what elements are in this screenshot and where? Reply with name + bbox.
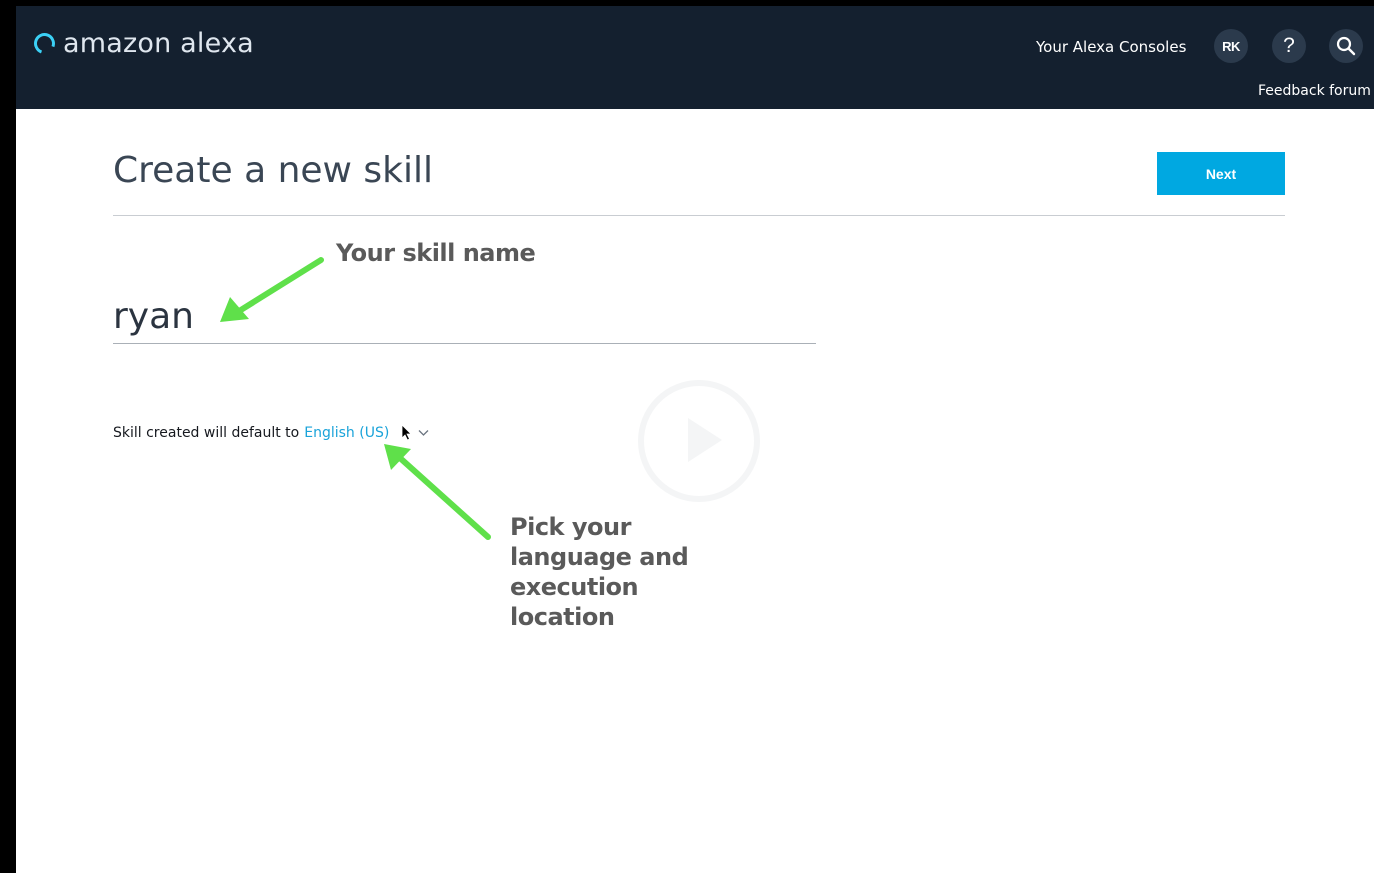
- app-window: amazon alexa Your Alexa Consoles RK ? Fe…: [16, 6, 1374, 873]
- annotation-line: language and: [510, 543, 689, 571]
- annotation-line: execution: [510, 573, 639, 601]
- skill-name-annotation-arrow: [220, 257, 491, 540]
- annotation-line: Pick your: [510, 513, 631, 541]
- skill-name-annotation: Your skill name: [336, 239, 536, 267]
- annotation-line: location: [510, 603, 615, 631]
- language-annotation: Pick your language and execution locatio…: [510, 512, 710, 632]
